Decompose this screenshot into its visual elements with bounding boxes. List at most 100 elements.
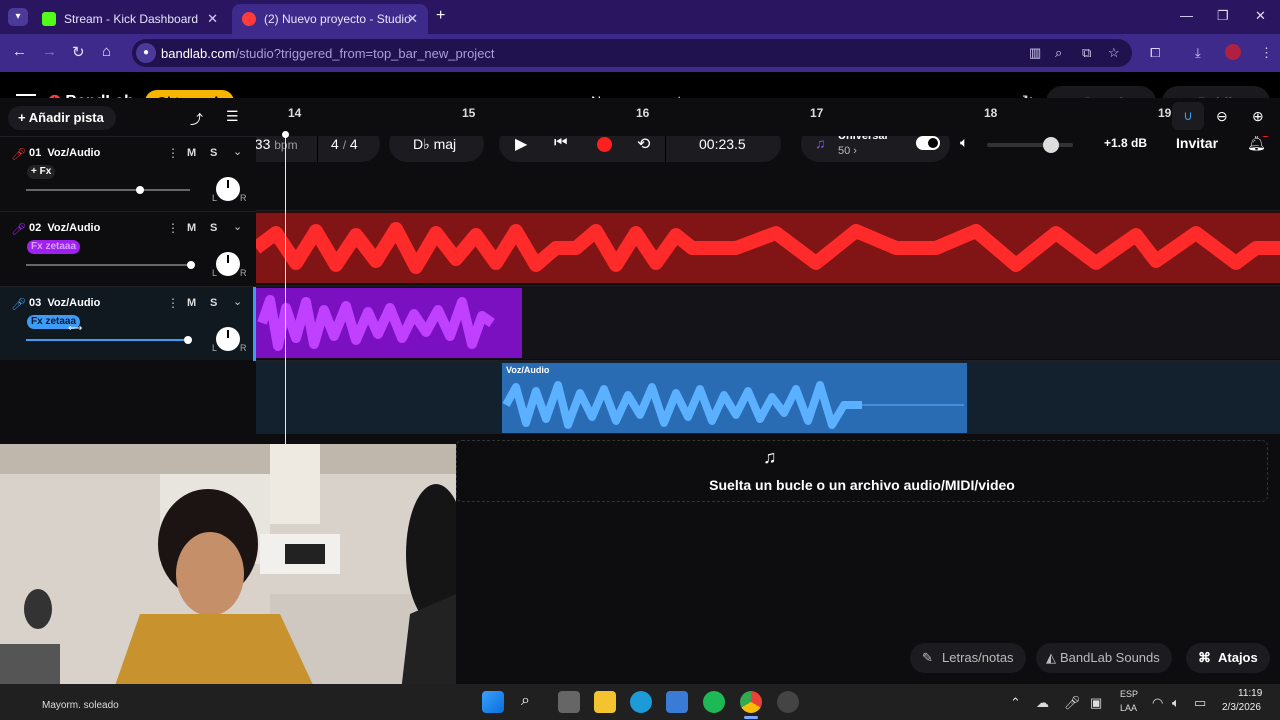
volume-icon[interactable]: 🔈︎ — [1172, 695, 1180, 711]
volume-thumb[interactable] — [136, 186, 144, 194]
track-lane[interactable] — [256, 285, 1280, 359]
speaker-icon[interactable]: 🔈︎ — [960, 134, 968, 151]
clip-label: Voz/Audio — [506, 365, 550, 375]
track-menu-icon[interactable]: ⋮ — [167, 296, 179, 310]
close-tab-icon[interactable]: ✕ — [407, 11, 418, 27]
store-icon[interactable] — [666, 691, 688, 713]
language-code[interactable]: ESP — [1120, 689, 1138, 699]
task-view-icon[interactable] — [558, 691, 580, 713]
mute-button[interactable]: M — [187, 147, 196, 159]
track-settings-icon[interactable]: ☰ — [226, 108, 239, 125]
solo-button[interactable]: S — [210, 297, 217, 309]
bandlab-sounds-button[interactable]: ◭ BandLab Sounds — [1036, 643, 1172, 673]
chevron-up-icon[interactable]: ⌃ — [1010, 695, 1021, 711]
close-window-icon[interactable]: ✕ — [1255, 8, 1266, 24]
reload-icon[interactable]: ↻ — [72, 43, 85, 61]
pan-knob[interactable] — [216, 177, 240, 201]
track-menu-icon[interactable]: ⋮ — [167, 221, 179, 235]
mute-button[interactable]: M — [187, 297, 196, 309]
mastering-toggle[interactable] — [916, 136, 940, 150]
microphone-icon[interactable]: 🎤︎ — [1064, 695, 1081, 711]
bookmark-star-icon[interactable]: ☆ — [1108, 45, 1120, 61]
wifi-icon[interactable]: ◠ — [1152, 695, 1163, 711]
address-bar[interactable]: ● bandlab.com/studio?triggered_from=top_… — [132, 39, 1132, 67]
extensions-icon[interactable]: ⧠ — [1150, 45, 1160, 61]
pan-knob[interactable] — [216, 252, 240, 276]
chevron-down-icon[interactable]: ⌄ — [233, 295, 242, 308]
app-icon[interactable] — [777, 691, 799, 713]
shortcuts-button[interactable]: ⌘ Atajos — [1186, 643, 1270, 673]
preset-sub[interactable]: 50 › — [838, 145, 857, 157]
tab-kick-dashboard[interactable]: Stream - Kick Dashboard ✕ — [32, 4, 228, 34]
volume-thumb[interactable] — [184, 336, 192, 344]
volume-slider[interactable] — [26, 261, 195, 269]
track-header[interactable]: 🎤︎ 02 Voz/Audio ⋮ M S ⌄ Fx zetaaa L R — [0, 211, 256, 285]
playhead[interactable] — [282, 131, 289, 444]
track-header[interactable]: 🎤︎ 01 Voz/Audio ⋮ M S ⌄ + Fx L R — [0, 136, 256, 210]
back-icon[interactable]: ← — [12, 43, 27, 60]
profile-avatar[interactable] — [1225, 44, 1241, 60]
volume-thumb[interactable] — [187, 261, 195, 269]
reading-mode-icon[interactable]: ▥ — [1029, 45, 1041, 61]
windows-start-icon[interactable] — [482, 691, 504, 713]
loop-icon[interactable]: ⟲ — [637, 134, 650, 154]
edge-icon[interactable] — [630, 691, 652, 713]
invite-button[interactable]: Invitar — [1176, 135, 1218, 151]
download-icon[interactable]: ⤓ — [1195, 45, 1201, 61]
tab-search-button[interactable]: ▾ — [8, 8, 28, 26]
home-icon[interactable]: ⌂ — [102, 43, 111, 60]
file-explorer-icon[interactable] — [594, 691, 616, 713]
solo-button[interactable]: S — [210, 147, 217, 159]
chevron-down-icon[interactable]: ⌄ — [233, 220, 242, 233]
menu-kebab-icon[interactable]: ⋮ — [1260, 45, 1273, 61]
keyboard-layout[interactable]: LAA — [1120, 703, 1137, 713]
track-header[interactable]: 🎤︎ 03 Voz/Audio ⋮ M S ⌄ Fx zetaaa ⟷ L R — [0, 286, 256, 361]
mute-button[interactable]: M — [187, 222, 196, 234]
battery-icon[interactable]: ▭ — [1194, 695, 1206, 711]
clock-date[interactable]: 2/3/2026 — [1222, 702, 1261, 713]
install-app-icon[interactable]: ⧉ — [1082, 45, 1091, 61]
zoom-icon[interactable]: ⌕ — [1055, 45, 1062, 61]
forward-icon[interactable]: → — [42, 43, 57, 60]
zoom-out-icon[interactable]: ⊖ — [1216, 108, 1228, 125]
volume-slider[interactable] — [26, 336, 192, 344]
track-lane[interactable] — [256, 210, 1280, 284]
chrome-icon[interactable] — [740, 691, 762, 713]
track-lane[interactable]: Voz/Audio — [256, 360, 1280, 434]
track-menu-icon[interactable]: ⋮ — [167, 146, 179, 160]
chevron-down-icon[interactable]: ⌄ — [233, 145, 242, 158]
close-tab-icon[interactable]: ✕ — [207, 11, 218, 27]
pan-knob[interactable] — [216, 327, 240, 351]
play-icon[interactable]: ▶ — [515, 134, 527, 154]
audio-clip[interactable] — [256, 213, 1280, 283]
site-info-icon[interactable]: ● — [136, 43, 156, 63]
master-volume-slider[interactable] — [987, 137, 1073, 153]
time-signature[interactable]: 4 / 4 — [331, 136, 358, 152]
volume-slider[interactable] — [26, 186, 190, 194]
record-button[interactable] — [597, 137, 612, 152]
volume-thumb[interactable] — [1043, 137, 1059, 153]
new-tab-icon[interactable]: + — [436, 7, 445, 25]
network-icon[interactable]: ▣ — [1090, 695, 1102, 711]
audio-clip[interactable] — [256, 288, 522, 358]
spotify-icon[interactable] — [703, 691, 725, 713]
snap-magnet-icon[interactable]: ∪ — [1172, 102, 1204, 130]
add-track-button[interactable]: + Añadir pista — [8, 106, 116, 130]
solo-button[interactable]: S — [210, 222, 217, 234]
fx-button[interactable]: Fx zetaaa — [27, 240, 81, 254]
zoom-in-icon[interactable]: ⊕ — [1252, 108, 1264, 125]
fx-button[interactable]: + Fx — [27, 165, 56, 179]
timeline-ruler[interactable]: 14 15 16 17 18 19 ∪ ⊖ ⊕ — [256, 98, 1280, 136]
onedrive-icon[interactable]: ☁ — [1036, 695, 1049, 711]
clock-time[interactable]: 11:19 — [1238, 688, 1262, 699]
restore-icon[interactable]: ❐ — [1217, 8, 1229, 24]
weather-text[interactable]: Mayorm. soleado — [42, 700, 119, 711]
drop-zone[interactable]: ♫ Suelta un bucle o un archivo audio/MID… — [456, 440, 1268, 502]
automation-icon[interactable]: ⤴ — [190, 109, 203, 128]
minimize-icon[interactable]: — — [1180, 8, 1193, 23]
skip-back-icon[interactable]: ⏮ — [554, 134, 568, 151]
search-icon[interactable]: ⌕ — [521, 692, 530, 710]
audio-clip[interactable]: Voz/Audio — [502, 363, 967, 433]
lyrics-notes-button[interactable]: ✎ Letras/notas — [910, 643, 1026, 673]
tab-bandlab-studio[interactable]: (2) Nuevo proyecto - Studio ✕ — [232, 4, 428, 34]
